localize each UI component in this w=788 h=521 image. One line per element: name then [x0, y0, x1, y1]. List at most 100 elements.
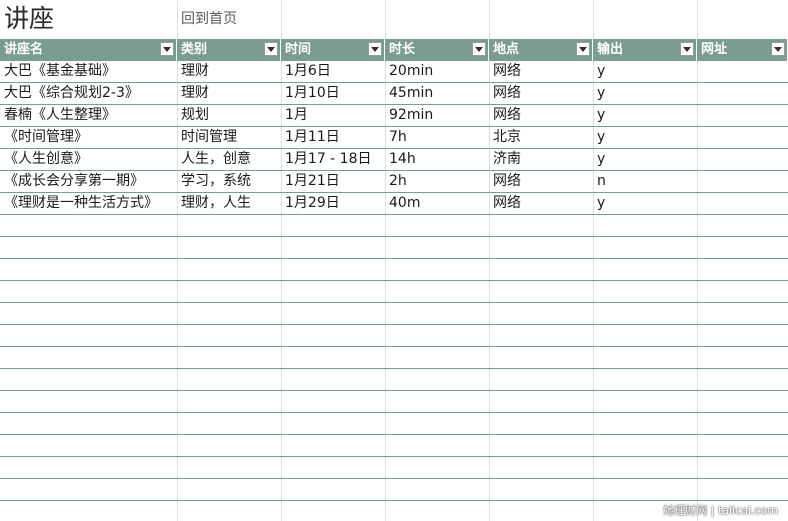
table-row-empty[interactable]	[0, 281, 788, 303]
table-row-empty[interactable]	[0, 347, 788, 369]
table-row: 大巴《综合规划2-3》 理财 1月10日 45min 网络 y	[0, 83, 788, 105]
table-row-empty[interactable]	[0, 303, 788, 325]
filter-dropdown-button[interactable]	[771, 42, 785, 56]
column-header-label: 时长	[389, 42, 416, 57]
column-header-label: 时间	[285, 42, 312, 57]
chevron-down-icon	[579, 47, 587, 52]
cell-duration[interactable]: 20min	[389, 61, 487, 82]
cell-category[interactable]: 时间管理	[181, 127, 279, 148]
cell-lecture-name[interactable]: 《成长会分享第一期》	[4, 171, 175, 192]
cell-location[interactable]: 网络	[493, 61, 591, 82]
cell-duration[interactable]: 2h	[389, 171, 487, 192]
table-row: 《时间管理》 时间管理 1月11日 7h 北京 y	[0, 127, 788, 149]
cell-category[interactable]: 学习，系统	[181, 171, 279, 192]
cell-time[interactable]: 1月21日	[285, 171, 383, 192]
table-row: 《理财是一种生活方式》 理财，人生 1月29日 40m 网络 y	[0, 193, 788, 215]
table-row-empty[interactable]	[0, 479, 788, 501]
cell-output[interactable]: n	[597, 171, 695, 192]
cell-lecture-name[interactable]: 《人生创意》	[4, 149, 175, 170]
cell-lecture-name[interactable]: 《时间管理》	[4, 127, 175, 148]
cell-url[interactable]	[701, 149, 786, 170]
cell-output[interactable]: y	[597, 61, 695, 82]
column-header-time[interactable]: 时间	[281, 39, 385, 61]
column-header-duration[interactable]: 时长	[385, 39, 489, 61]
table-row-empty[interactable]	[0, 259, 788, 281]
column-header-label: 类别	[181, 42, 208, 57]
cell-duration[interactable]: 40m	[389, 193, 487, 214]
cell-location[interactable]: 济南	[493, 149, 591, 170]
cell-duration[interactable]: 7h	[389, 127, 487, 148]
cell-category[interactable]: 理财	[181, 83, 279, 104]
chevron-down-icon	[683, 47, 691, 52]
table-row-empty[interactable]	[0, 369, 788, 391]
home-link[interactable]: 回到首页	[181, 10, 237, 28]
cell-location[interactable]: 北京	[493, 127, 591, 148]
cell-lecture-name[interactable]: 春楠《人生整理》	[4, 105, 175, 126]
cell-time[interactable]: 1月11日	[285, 127, 383, 148]
cell-location[interactable]: 网络	[493, 105, 591, 126]
table-row-empty[interactable]	[0, 413, 788, 435]
chevron-down-icon	[774, 47, 782, 52]
cell-output[interactable]: y	[597, 149, 695, 170]
filter-dropdown-button[interactable]	[160, 42, 174, 56]
cell-time[interactable]: 1月10日	[285, 83, 383, 104]
cell-output[interactable]: y	[597, 83, 695, 104]
filter-dropdown-button[interactable]	[576, 42, 590, 56]
cell-url[interactable]	[701, 61, 786, 82]
column-header-category[interactable]: 类别	[177, 39, 281, 61]
column-header-location[interactable]: 地点	[489, 39, 593, 61]
cell-url[interactable]	[701, 193, 786, 214]
chevron-down-icon	[267, 47, 275, 52]
spreadsheet[interactable]: 讲座 回到首页 讲座名 类别 时间 时长 地点 输出 网址 大巴《基金基础》 理财 1月6日 20…	[0, 0, 788, 521]
table-row-empty[interactable]	[0, 435, 788, 457]
cell-output[interactable]: y	[597, 105, 695, 126]
cell-output[interactable]: y	[597, 193, 695, 214]
cell-url[interactable]	[701, 127, 786, 148]
chevron-down-icon	[475, 47, 483, 52]
column-header-label: 网址	[701, 42, 728, 57]
cell-url[interactable]	[701, 105, 786, 126]
cell-time[interactable]: 1月	[285, 105, 383, 126]
cell-category[interactable]: 人生，创意	[181, 149, 279, 170]
sheet-title: 讲座	[4, 4, 55, 33]
cell-category[interactable]: 规划	[181, 105, 279, 126]
column-header-output[interactable]: 输出	[593, 39, 697, 61]
column-header-label: 讲座名	[4, 42, 44, 57]
column-header-label: 地点	[493, 42, 520, 57]
cell-location[interactable]: 网络	[493, 171, 591, 192]
column-header-lecture-name[interactable]: 讲座名	[0, 39, 177, 61]
cell-url[interactable]	[701, 171, 786, 192]
cell-location[interactable]: 网络	[493, 193, 591, 214]
table-row-empty[interactable]	[0, 215, 788, 237]
cell-duration[interactable]: 45min	[389, 83, 487, 104]
table-row: 春楠《人生整理》 规划 1月 92min 网络 y	[0, 105, 788, 127]
cell-duration[interactable]: 14h	[389, 149, 487, 170]
table-row: 大巴《基金基础》 理财 1月6日 20min 网络 y	[0, 61, 788, 83]
cell-time[interactable]: 1月6日	[285, 61, 383, 82]
table-row-empty[interactable]	[0, 457, 788, 479]
filter-dropdown-button[interactable]	[680, 42, 694, 56]
filter-dropdown-button[interactable]	[472, 42, 486, 56]
filter-dropdown-button[interactable]	[368, 42, 382, 56]
cell-time[interactable]: 1月29日	[285, 193, 383, 214]
column-header-label: 输出	[597, 42, 624, 57]
chevron-down-icon	[163, 47, 171, 52]
cell-lecture-name[interactable]: 大巴《综合规划2-3》	[4, 83, 175, 104]
cell-category[interactable]: 理财	[181, 61, 279, 82]
cell-duration[interactable]: 92min	[389, 105, 487, 126]
column-header-url[interactable]: 网址	[697, 39, 788, 61]
cell-category[interactable]: 理财，人生	[181, 193, 279, 214]
table-row-empty[interactable]	[0, 325, 788, 347]
table-row: 《成长会分享第一期》 学习，系统 1月21日 2h 网络 n	[0, 171, 788, 193]
table-row: 《人生创意》 人生，创意 1月17 - 18日 14h 济南 y	[0, 149, 788, 171]
cell-lecture-name[interactable]: 《理财是一种生活方式》	[4, 193, 175, 214]
table-row-empty[interactable]	[0, 391, 788, 413]
table-row-empty[interactable]	[0, 237, 788, 259]
cell-location[interactable]: 网络	[493, 83, 591, 104]
cell-url[interactable]	[701, 83, 786, 104]
cell-time[interactable]: 1月17 - 18日	[285, 149, 383, 170]
cell-output[interactable]: y	[597, 127, 695, 148]
cell-lecture-name[interactable]: 大巴《基金基础》	[4, 61, 175, 82]
filter-dropdown-button[interactable]	[264, 42, 278, 56]
chevron-down-icon	[371, 47, 379, 52]
